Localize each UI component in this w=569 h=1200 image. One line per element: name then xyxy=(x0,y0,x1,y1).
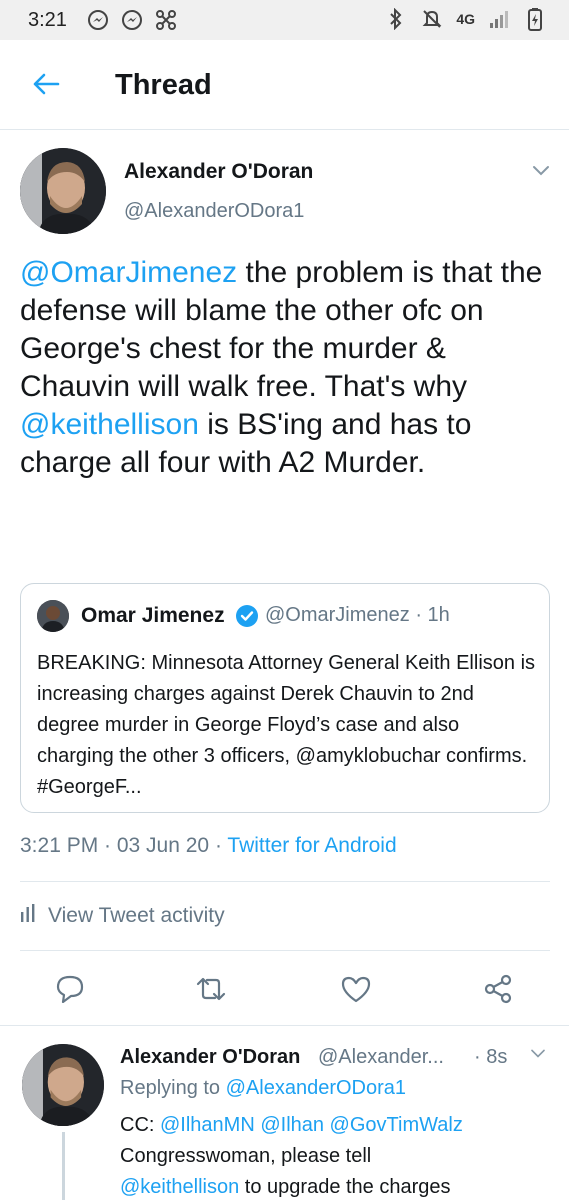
mute-icon xyxy=(420,7,444,31)
tweet-menu-button[interactable] xyxy=(525,156,557,188)
divider xyxy=(20,881,550,882)
chevron-down-icon xyxy=(529,1046,547,1064)
share-button[interactable] xyxy=(478,971,518,1011)
arrow-left-icon xyxy=(32,72,60,101)
network-type: 4G xyxy=(456,11,475,27)
retweet-button[interactable] xyxy=(191,971,231,1011)
cc-prefix: CC: xyxy=(120,1114,160,1136)
reply-avatar[interactable] xyxy=(22,1044,104,1126)
share-icon xyxy=(483,974,513,1009)
divider xyxy=(20,950,550,951)
messenger-icon xyxy=(120,8,144,32)
reply-button[interactable] xyxy=(50,971,90,1011)
heart-icon xyxy=(341,975,371,1008)
quoted-text: BREAKING: Minnesota Attorney General Kei… xyxy=(37,652,536,798)
bar-chart-icon xyxy=(20,904,36,928)
verified-badge-icon xyxy=(235,604,259,628)
bluetooth-icon xyxy=(384,7,408,31)
reply-menu-button[interactable] xyxy=(525,1042,551,1068)
quoted-tweet[interactable]: Omar Jimenez @OmarJimenez · 1h BREAKING:… xyxy=(20,583,550,813)
mention-link[interactable]: @AlexanderODora1 xyxy=(226,1077,406,1099)
reply-text: CC: @IlhanMN @Ilhan @GovTimWalz Congressw… xyxy=(120,1110,540,1200)
thread-connector-line xyxy=(62,1132,65,1200)
tweet-timestamp: 3:21 PM · 03 Jun 20 · xyxy=(20,834,228,857)
reply-author-name[interactable]: Alexander O'Doran xyxy=(120,1046,300,1069)
reply-time: · 8s xyxy=(474,1046,508,1068)
activity-label: View Tweet activity xyxy=(48,904,225,927)
tweet-actions xyxy=(0,965,569,1015)
status-bar: 3:21 4G xyxy=(0,0,569,40)
messenger-icon xyxy=(86,8,110,32)
replying-to: Replying to @AlexanderODora1 xyxy=(120,1077,406,1100)
view-tweet-activity-button[interactable]: View Tweet activity xyxy=(20,904,225,928)
tweet-text: @OmarJimenez the problem is that the def… xyxy=(20,254,550,482)
avatar[interactable] xyxy=(20,148,106,234)
top-app-bar: Thread xyxy=(0,40,569,130)
author-name[interactable]: Alexander O'Doran xyxy=(124,160,313,184)
signal-icon xyxy=(487,7,511,31)
back-button[interactable] xyxy=(24,64,68,108)
tweet-source-link[interactable]: Twitter for Android xyxy=(227,834,396,857)
quoted-avatar xyxy=(37,600,69,632)
retweet-icon xyxy=(194,976,228,1007)
like-button[interactable] xyxy=(336,971,376,1011)
reply-author-handle[interactable]: @Alexander... xyxy=(318,1046,444,1069)
quoted-handle-time: @OmarJimenez · 1h xyxy=(265,604,450,626)
battery-icon xyxy=(523,7,547,31)
mention-link[interactable]: @OmarJimenez xyxy=(20,256,237,289)
tweet-meta: 3:21 PM · 03 Jun 20 · Twitter for Androi… xyxy=(20,834,397,858)
reply-text-line: to upgrade the charges xyxy=(239,1176,451,1198)
author-handle[interactable]: @AlexanderODora1 xyxy=(124,200,304,223)
divider xyxy=(0,1025,569,1026)
drone-icon xyxy=(154,8,178,32)
page-title: Thread xyxy=(115,69,212,101)
reply-text-line: Congresswoman, please tell xyxy=(120,1145,372,1167)
quoted-author-name: Omar Jimenez xyxy=(81,604,225,627)
reply-icon xyxy=(55,975,85,1008)
replying-prefix: Replying to xyxy=(120,1077,226,1099)
mention-link[interactable]: @keithellison xyxy=(120,1176,239,1198)
status-time: 3:21 xyxy=(28,9,67,31)
mention-link[interactable]: @IlhanMN @Ilhan @GovTimWalz xyxy=(160,1114,463,1136)
chevron-down-icon xyxy=(531,163,551,182)
mention-link[interactable]: @keithellison xyxy=(20,408,199,441)
